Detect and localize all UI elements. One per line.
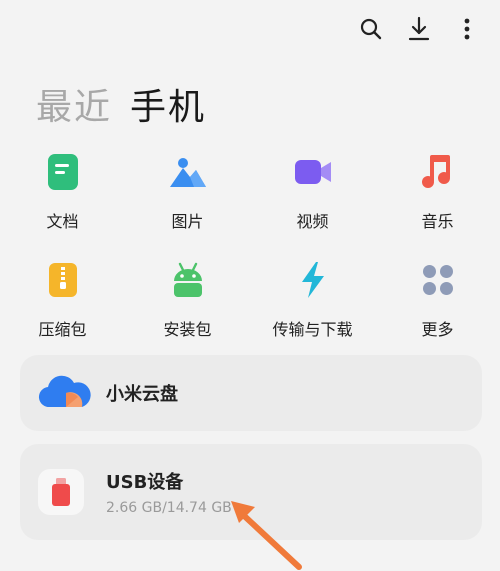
more-vertical-icon	[464, 18, 470, 40]
music-icon	[416, 150, 460, 194]
android-icon	[166, 258, 210, 302]
search-button[interactable]	[358, 14, 384, 44]
cloud-icon	[38, 375, 91, 408]
category-label: 文档	[46, 212, 79, 231]
usb-storage-usage: 2.66 GB/14.74 GB	[106, 500, 232, 516]
download-icon	[408, 16, 430, 41]
category-images[interactable]: 图片	[125, 150, 250, 232]
cloud-drive-card[interactable]: 小米云盘	[20, 355, 482, 431]
archive-icon	[41, 258, 85, 302]
usb-icon	[38, 469, 84, 515]
tab-phone[interactable]: 手机	[130, 78, 206, 130]
category-videos[interactable]: 视频	[250, 150, 375, 232]
more-grid-icon	[416, 258, 460, 302]
category-label: 音乐	[421, 212, 454, 231]
category-apks[interactable]: 安装包	[125, 258, 250, 340]
transfer-icon	[291, 258, 335, 302]
category-transfer[interactable]: 传输与下载	[250, 258, 375, 340]
category-grid: 文档 图片 视频 音乐 压缩包 安装包 传输与下载 更多	[0, 150, 500, 340]
category-label: 压缩包	[38, 320, 87, 339]
category-documents[interactable]: 文档	[0, 150, 125, 232]
document-icon	[41, 150, 85, 194]
category-label: 安装包	[163, 320, 212, 339]
category-label: 传输与下载	[272, 320, 353, 339]
image-icon	[166, 150, 210, 194]
cloud-drive-title: 小米云盘	[106, 384, 178, 405]
search-icon	[360, 18, 382, 40]
tab-bar: 最近 手机	[36, 78, 206, 130]
video-icon	[291, 150, 335, 194]
more-options-button[interactable]	[454, 14, 480, 44]
tab-recent[interactable]: 最近	[36, 78, 112, 130]
category-label: 图片	[171, 212, 204, 231]
category-label: 视频	[296, 212, 329, 231]
annotation-arrow-icon	[231, 501, 302, 570]
top-toolbar	[358, 14, 480, 44]
category-more[interactable]: 更多	[375, 258, 500, 340]
download-button[interactable]	[406, 14, 432, 44]
category-label: 更多	[421, 320, 454, 339]
usb-device-title: USB设备	[106, 472, 184, 493]
category-archives[interactable]: 压缩包	[0, 258, 125, 340]
category-music[interactable]: 音乐	[375, 150, 500, 232]
